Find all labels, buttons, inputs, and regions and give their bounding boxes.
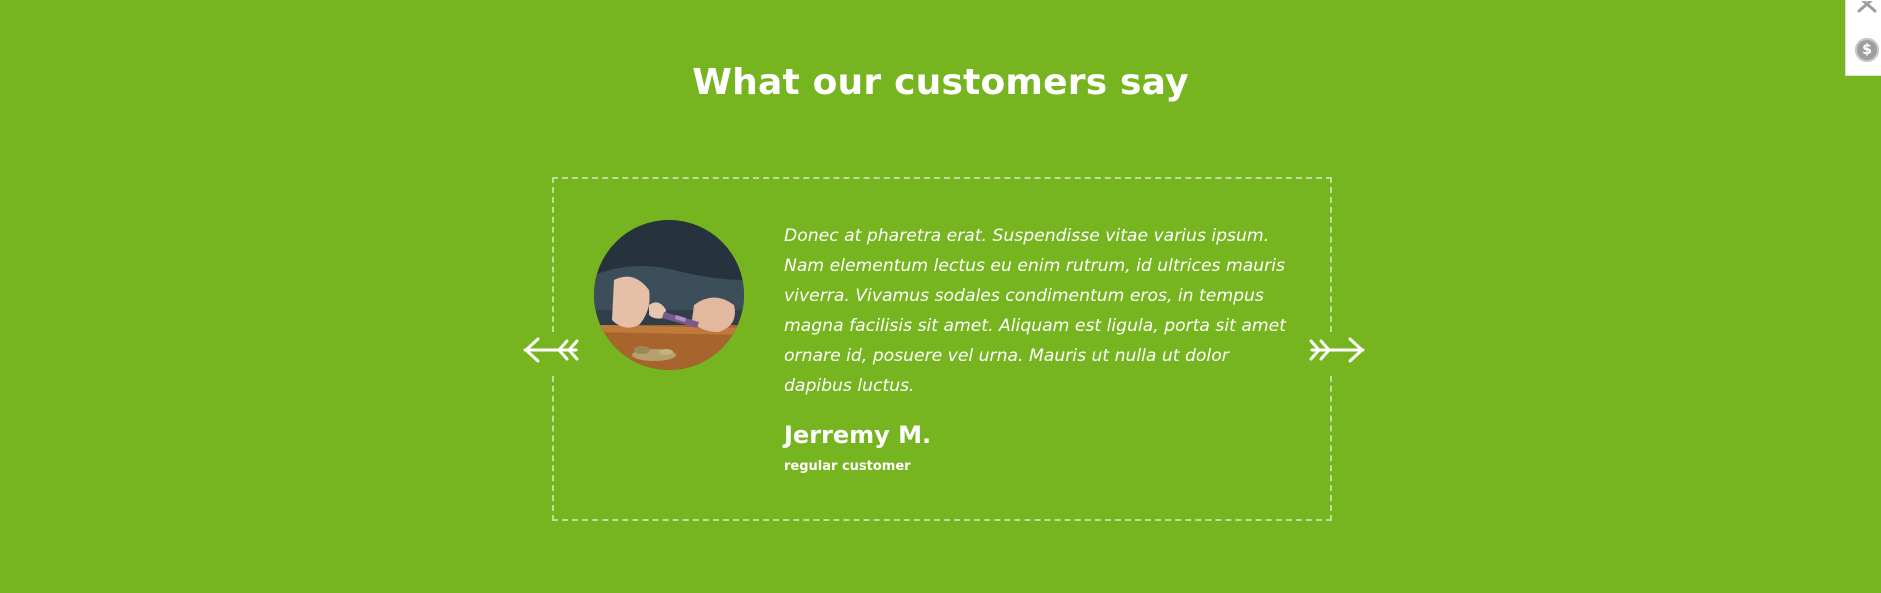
coin-icon[interactable]: $ <box>1855 38 1879 62</box>
widget-close-button[interactable] <box>1856 0 1878 14</box>
prev-testimonial-button[interactable] <box>522 334 582 366</box>
customer-avatar <box>594 220 744 370</box>
side-widget: $ <box>1845 0 1881 76</box>
testimonial-quote: Donec at pharetra erat. Suspendisse vita… <box>784 226 1286 396</box>
testimonial-author-name: Jerremy M. <box>784 421 932 449</box>
arrow-left-icon <box>523 337 579 363</box>
next-testimonial-button[interactable] <box>1306 334 1366 366</box>
close-icon <box>1857 0 1877 13</box>
section-title: What our customers say <box>692 62 1189 103</box>
arrow-right-icon <box>1309 337 1365 363</box>
testimonial-author-role: regular customer <box>784 459 911 474</box>
